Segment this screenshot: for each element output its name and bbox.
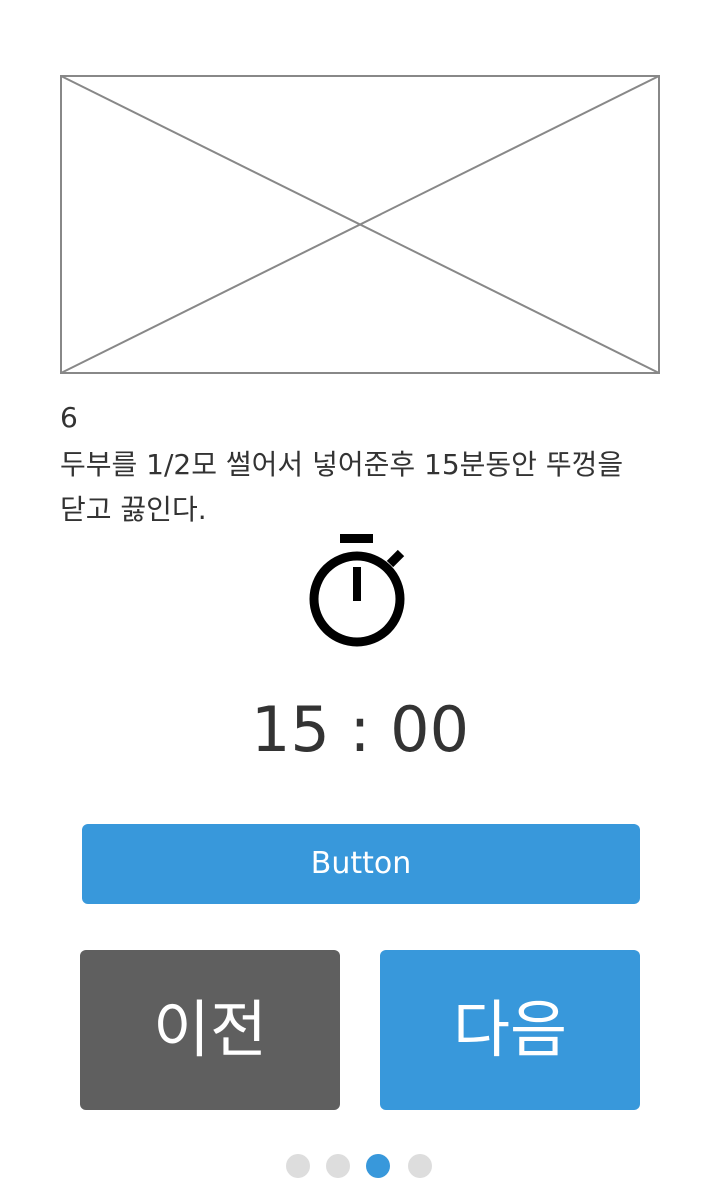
next-button[interactable]: 다음 [380, 950, 640, 1110]
image-placeholder-graphic [60, 75, 660, 374]
prev-button[interactable]: 이전 [80, 950, 340, 1110]
timer-display: 15 : 00 [250, 693, 470, 766]
page-dot[interactable] [286, 1154, 310, 1178]
page-dot-active[interactable] [366, 1154, 390, 1178]
step-number: 6 [60, 401, 78, 434]
page-dot[interactable] [408, 1154, 432, 1178]
main-action-button[interactable]: Button [82, 824, 640, 904]
image-placeholder [60, 75, 660, 374]
page-dot[interactable] [326, 1154, 350, 1178]
page-indicator [0, 1154, 720, 1178]
stopwatch-icon[interactable] [306, 532, 410, 648]
step-description: 두부를 1/2모 썰어서 넣어준후 15분동안 뚜껑을 닫고 끓인다. [60, 448, 624, 526]
